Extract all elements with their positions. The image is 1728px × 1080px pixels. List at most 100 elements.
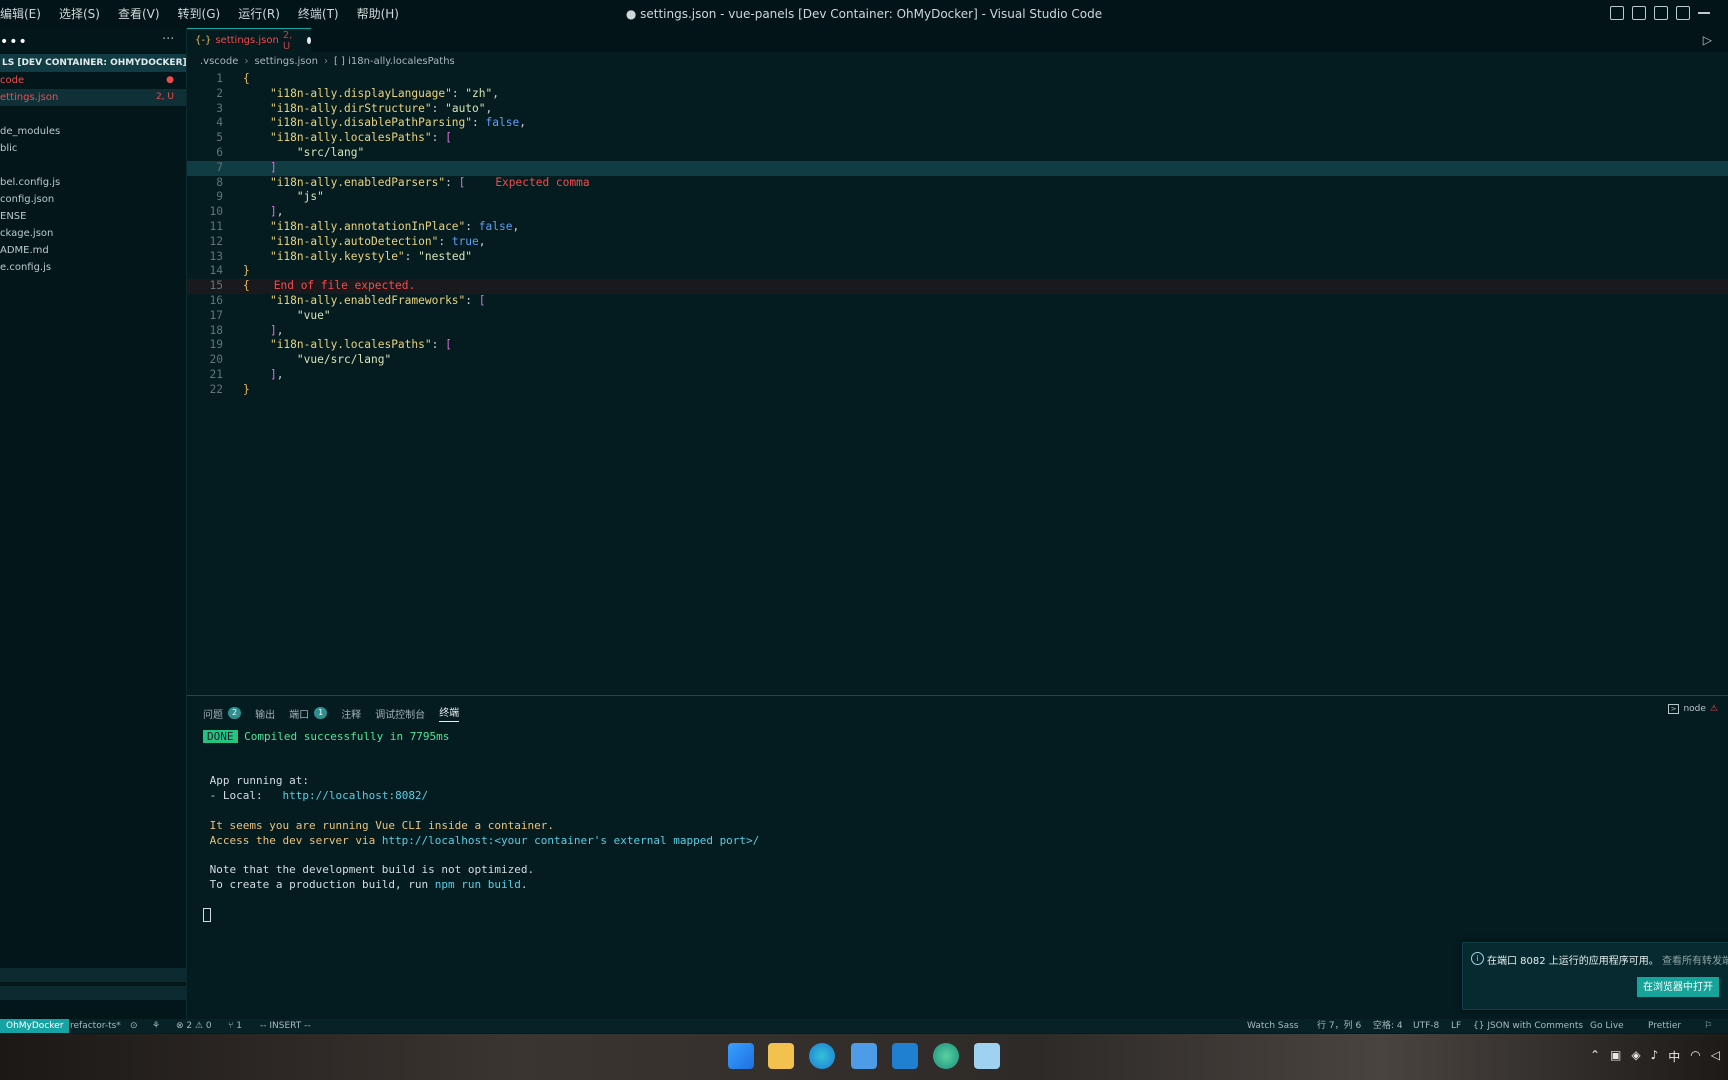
- go-live[interactable]: Go Live: [1590, 1019, 1624, 1033]
- tab-terminal[interactable]: 终端: [439, 704, 460, 722]
- panel-tab[interactable]: 输出: [255, 706, 275, 721]
- snipping-tool-icon[interactable]: [974, 1043, 1000, 1069]
- language-mode[interactable]: {} JSON with Comments: [1473, 1019, 1583, 1033]
- edge-dev-icon[interactable]: [933, 1043, 959, 1069]
- outline-section[interactable]: [0, 968, 186, 982]
- breadcrumb-folder[interactable]: .vscode: [200, 56, 238, 67]
- workspace-folder-header[interactable]: LS [DEV CONTAINER: OHMYDOCKER]: [0, 54, 186, 72]
- code-line[interactable]: 22}: [187, 383, 1728, 398]
- code-line[interactable]: 19 "i18n-ally.localesPaths": [: [187, 338, 1728, 353]
- file-tree-item[interactable]: blic: [0, 140, 186, 157]
- more-actions-icon[interactable]: ···: [162, 32, 174, 47]
- tray-app-icon[interactable]: ◈: [1631, 1048, 1640, 1065]
- wifi-icon[interactable]: ◠: [1690, 1048, 1700, 1065]
- local-url-link[interactable]: http://localhost:8082/: [282, 789, 428, 802]
- tab-settings-json[interactable]: {-} settings.json 2, U: [187, 28, 311, 52]
- file-tree-item[interactable]: [0, 157, 186, 174]
- timeline-section[interactable]: [0, 986, 186, 1000]
- file-tree-item[interactable]: ckage.json: [0, 225, 186, 242]
- panel-tab[interactable]: 问题 2: [203, 706, 242, 721]
- terminal-instance[interactable]: > node ⚠: [1667, 704, 1718, 714]
- toggle-panel-icon[interactable]: [1632, 6, 1646, 20]
- feedback-icon[interactable]: ⚐: [1704, 1019, 1712, 1033]
- toggle-sidebar-icon[interactable]: [1610, 6, 1624, 20]
- volume-icon[interactable]: ◁: [1711, 1048, 1720, 1065]
- code-line[interactable]: 13 "i18n-ally.keystyle": "nested": [187, 250, 1728, 265]
- menu-item[interactable]: 编辑(E): [0, 0, 50, 28]
- code-line[interactable]: 18 ],: [187, 324, 1728, 339]
- notepad-icon[interactable]: [851, 1043, 877, 1069]
- access-url-link[interactable]: http://localhost:<your container's exter…: [382, 834, 760, 847]
- code-line[interactable]: 3 "i18n-ally.dirStructure": "auto",: [187, 102, 1728, 117]
- file-tree-item[interactable]: ADME.md: [0, 242, 186, 259]
- run-icon[interactable]: ▷: [1703, 33, 1712, 47]
- file-tree-item[interactable]: [0, 106, 186, 123]
- code-line[interactable]: 15 {End of file expected.: [187, 279, 1728, 294]
- panel-tab[interactable]: 调试控制台: [375, 706, 425, 721]
- indentation[interactable]: 空格: 4: [1373, 1019, 1403, 1033]
- menu-item[interactable]: 终端(T): [289, 0, 348, 28]
- file-tree-item[interactable]: config.json: [0, 191, 186, 208]
- toggle-secondary-sidebar-icon[interactable]: [1654, 6, 1668, 20]
- panel-tab[interactable]: 端口 1: [289, 706, 328, 721]
- problems-count[interactable]: ⊗ 2 ⚠ 0: [176, 1019, 212, 1033]
- end-of-line[interactable]: LF: [1451, 1019, 1461, 1033]
- code-line[interactable]: 20 "vue/src/lang": [187, 353, 1728, 368]
- code-line[interactable]: 21 ],: [187, 368, 1728, 383]
- git-branch[interactable]: refactor-ts*: [70, 1019, 121, 1033]
- terminal-output[interactable]: DONE Compiled successfully in 7795ms App…: [203, 730, 759, 922]
- panel-tab[interactable]: 注释: [341, 706, 361, 721]
- open-in-browser-button[interactable]: 在浏览器中打开: [1637, 977, 1719, 997]
- menu-item[interactable]: 选择(S): [50, 0, 109, 28]
- code-line[interactable]: 17 "vue": [187, 309, 1728, 324]
- input-method[interactable]: 中: [1668, 1048, 1680, 1065]
- code-line[interactable]: 8 "i18n-ally.enabledParsers": [Expected …: [187, 176, 1728, 191]
- file-tree-item[interactable]: code ●: [0, 72, 186, 89]
- cursor-position[interactable]: 行 7，列 6: [1317, 1019, 1361, 1033]
- vscode-icon[interactable]: [892, 1043, 918, 1069]
- extensions-sync-icon[interactable]: ⚘: [152, 1019, 160, 1033]
- line-number: 17: [209, 308, 223, 322]
- menu-item[interactable]: 帮助(H): [348, 0, 408, 28]
- code-line[interactable]: 14}: [187, 264, 1728, 279]
- code-line[interactable]: 12 "i18n-ally.autoDetection": true,: [187, 235, 1728, 250]
- menu-item[interactable]: 转到(G): [169, 0, 230, 28]
- start-icon[interactable]: [728, 1043, 754, 1069]
- code-line[interactable]: 2 "i18n-ally.displayLanguage": "zh",: [187, 87, 1728, 102]
- file-tree-item[interactable]: ettings.json 2, U: [0, 89, 186, 106]
- encoding[interactable]: UTF-8: [1413, 1019, 1439, 1033]
- file-tree-item[interactable]: de_modules: [0, 123, 186, 140]
- line-number: 3: [216, 101, 223, 115]
- file-explorer-icon[interactable]: [768, 1043, 794, 1069]
- sidebar-header: ••• ···: [0, 28, 186, 54]
- unsaved-dot-icon[interactable]: [307, 37, 311, 44]
- code-line[interactable]: 16 "i18n-ally.enabledFrameworks": [: [187, 294, 1728, 309]
- breadcrumb-symbol[interactable]: [ ] i18n-ally.localesPaths: [334, 56, 455, 67]
- code-line[interactable]: 7 ]: [187, 160, 1728, 176]
- file-tree-item[interactable]: bel.config.js: [0, 174, 186, 191]
- watch-sass[interactable]: Watch Sass: [1247, 1019, 1299, 1033]
- file-tree-item[interactable]: e.config.js: [0, 259, 186, 276]
- edge-icon[interactable]: [809, 1043, 835, 1069]
- menu-item[interactable]: 运行(R): [229, 0, 289, 28]
- code-editor[interactable]: 1{2 "i18n-ally.displayLanguage": "zh", 3 …: [187, 72, 1728, 692]
- minimize-icon[interactable]: [1698, 12, 1710, 14]
- code-line[interactable]: 6 "src/lang": [187, 146, 1728, 161]
- file-tree-item[interactable]: ENSE: [0, 208, 186, 225]
- menu-item[interactable]: 查看(V): [109, 0, 169, 28]
- code-line[interactable]: 10 ],: [187, 205, 1728, 220]
- code-line[interactable]: 11 "i18n-ally.annotationInPlace": false,: [187, 220, 1728, 235]
- chevron-up-icon[interactable]: ⌃: [1590, 1048, 1600, 1065]
- warning-icon: ⚠: [1709, 704, 1718, 714]
- code-line[interactable]: 4 "i18n-ally.disablePathParsing": false,: [187, 116, 1728, 131]
- microphone-icon[interactable]: ♪: [1651, 1048, 1659, 1065]
- code-line[interactable]: 5 "i18n-ally.localesPaths": [: [187, 131, 1728, 146]
- customize-layout-icon[interactable]: [1676, 6, 1690, 20]
- tray-app-icon[interactable]: ▣: [1610, 1048, 1621, 1065]
- code-line[interactable]: 9 "js": [187, 190, 1728, 205]
- breadcrumb-file[interactable]: settings.json: [254, 56, 318, 67]
- code-line[interactable]: 1{: [187, 72, 1728, 87]
- ports-count[interactable]: ⑂ 1: [228, 1019, 242, 1033]
- sync-icon[interactable]: ⊙: [130, 1019, 138, 1033]
- prettier[interactable]: Prettier: [1648, 1019, 1681, 1033]
